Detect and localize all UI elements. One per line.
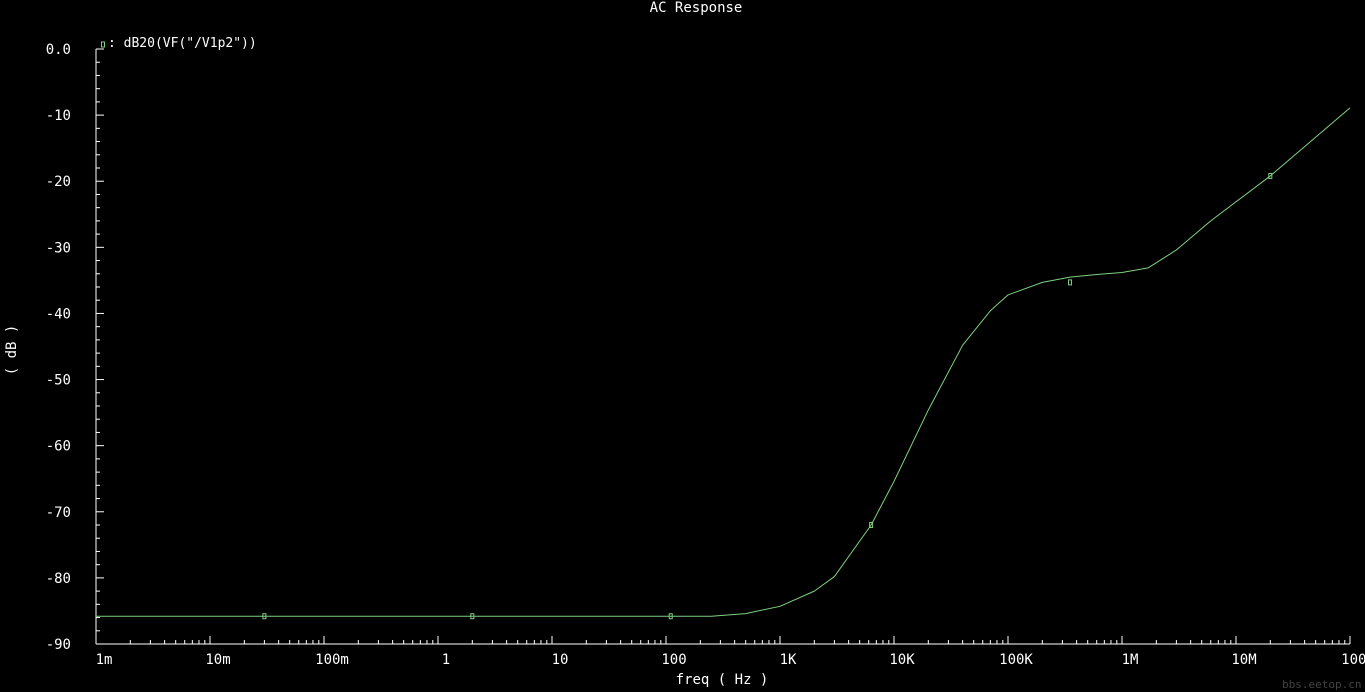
data-point-marker — [1068, 279, 1073, 286]
y-tick-label: 0.0 — [46, 42, 71, 58]
y-tick-label: -20 — [46, 174, 71, 190]
x-tick-label: 10 — [552, 652, 569, 668]
legend-entry: : dB20(VF("/V1p2")) — [108, 36, 257, 51]
chart-title: AC Response — [650, 0, 743, 16]
y-tick-label: -10 — [46, 108, 71, 124]
plot-area — [96, 107, 1351, 620]
x-tick-label: 10m — [205, 652, 230, 668]
x-tick-label: 100 — [661, 652, 686, 668]
ac-response-chart: AC Response ( dB ) freq ( Hz ) : dB20(VF… — [4, 0, 1365, 691]
x-tick-label: 10K — [889, 652, 915, 668]
x-tick-label: 10M — [1231, 652, 1256, 668]
x-tick-label: 100K — [999, 652, 1033, 668]
x-tick-label: 1 — [442, 652, 450, 668]
y-tick-label: -40 — [46, 306, 71, 322]
x-tick-label: 100m — [315, 652, 349, 668]
y-tick-label: -80 — [46, 571, 71, 587]
legend-marker-icon — [101, 41, 105, 48]
watermark: bbs.eetop.cn — [1282, 678, 1361, 691]
x-tick-label: 1K — [780, 652, 797, 668]
y-tick-label: -50 — [46, 373, 71, 389]
y-tick-label: -60 — [46, 439, 71, 455]
y-tick-label: -90 — [46, 637, 71, 653]
x-tick-label: 1M — [1122, 652, 1139, 668]
y-axis-label: ( dB ) — [4, 325, 20, 376]
x-tick-label: 1m — [96, 652, 113, 668]
y-tick-label: -30 — [46, 240, 71, 256]
legend: : dB20(VF("/V1p2")) — [101, 36, 257, 51]
axes: 0.0 -10 -20 -30 -40 -50 -60 -70 -80 -90 1m 10m 100m 1… — [46, 42, 1365, 668]
x-axis-label: freq ( Hz ) — [676, 672, 769, 688]
y-tick-label: -70 — [46, 505, 71, 521]
x-tick-label: 100M — [1341, 652, 1365, 668]
series-line — [96, 107, 1351, 617]
